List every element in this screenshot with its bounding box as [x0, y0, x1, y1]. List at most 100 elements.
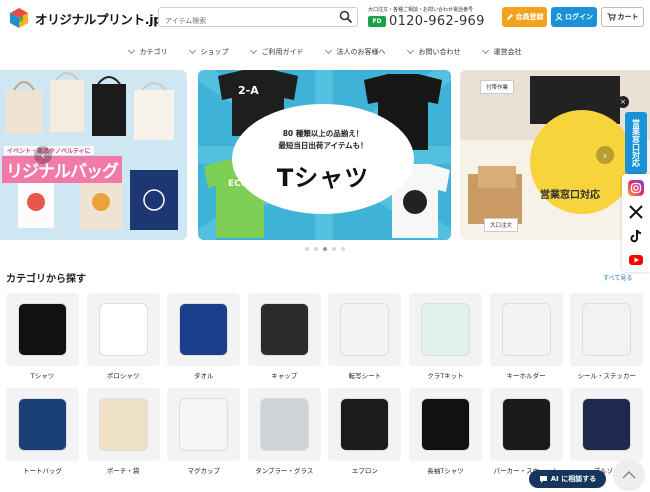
site-logo[interactable]: オリジナルプリント.jp [8, 7, 162, 29]
category-thumbnail [167, 388, 241, 461]
logo-text: オリジナルプリント.jp [35, 11, 162, 27]
category-label: Tシャツ [30, 372, 55, 380]
register-button[interactable]: 会員登録 [502, 7, 547, 27]
nav-item-category[interactable]: カテゴリ [127, 42, 168, 62]
category-card[interactable]: Tシャツ [6, 293, 79, 380]
nav-item-corporate[interactable]: 法人のお客様へ [324, 42, 386, 62]
category-card[interactable]: ポロシャツ [86, 293, 160, 380]
chevron-down-icon [406, 46, 414, 55]
office-tag-ancillary: 付帯作業 [480, 80, 515, 94]
category-product-shape [340, 398, 390, 451]
category-card[interactable]: タンブラー・グラス [247, 388, 321, 475]
search-input[interactable] [159, 12, 329, 30]
ai-chat-button[interactable]: AI に相談する [529, 470, 606, 488]
freedial-icon: FD [368, 16, 386, 27]
nav-label: お問い合わせ [418, 48, 461, 56]
carousel-next-button[interactable]: › [596, 146, 614, 164]
x-icon[interactable] [628, 204, 644, 220]
category-card[interactable]: シール・ステッカー [570, 293, 644, 380]
nav-item-guide[interactable]: ご利用ガイド [249, 42, 304, 62]
login-button[interactable]: ログイン [551, 7, 597, 27]
category-thumbnail [247, 388, 321, 461]
category-label: シール・ステッカー [577, 372, 636, 380]
slide-tshirt[interactable]: 2-A ECO 80 種類以上の品揃え！ 最短当日出荷アイテムも！ Tシャツ [198, 70, 451, 240]
category-thumbnail [409, 293, 482, 366]
search-icon[interactable] [339, 10, 353, 24]
youtube-icon[interactable] [628, 252, 644, 268]
category-thumbnail [489, 293, 563, 366]
instagram-icon[interactable] [628, 180, 644, 196]
category-product-shape [179, 398, 229, 451]
category-card[interactable]: パーカー・スウェット [489, 388, 563, 475]
register-label: 会員登録 [515, 13, 544, 21]
category-label: エプロン [351, 467, 378, 475]
slide-original-bag[interactable]: イベント・商品やノベルティに リジナルバッグ [0, 70, 187, 240]
category-thumbnail [489, 388, 563, 461]
chevron-down-icon [249, 46, 257, 55]
sales-contact-tab[interactable]: 営業窓口対応 [625, 112, 647, 174]
category-thumbnail [570, 293, 644, 366]
user-icon [555, 13, 563, 21]
category-card[interactable]: マグカップ [167, 388, 241, 475]
carousel-dot[interactable] [341, 247, 345, 251]
chevron-down-icon [481, 46, 489, 55]
category-thumbnail [6, 293, 79, 366]
category-card[interactable]: エプロン [328, 388, 402, 475]
carousel-dot[interactable] [332, 247, 336, 251]
nav-item-shop[interactable]: ショップ [188, 42, 229, 62]
category-card[interactable]: 長袖Tシャツ [409, 388, 482, 475]
category-card[interactable]: トートバッグ [6, 388, 79, 475]
nav-label: 法人のお客様へ [336, 48, 386, 56]
category-product-shape [582, 303, 632, 356]
phone-contact: 大口注文・各種ご相談・お問い合わせ電話番号 FD 0120-962-969 [368, 6, 485, 29]
carousel-dot[interactable] [305, 247, 309, 251]
nav-label: ご利用ガイド [261, 48, 304, 56]
category-product-shape [98, 303, 148, 356]
category-label: キャップ [271, 372, 298, 380]
carousel-dots [0, 247, 650, 251]
category-card[interactable]: ポーチ・袋 [86, 388, 160, 475]
category-card[interactable]: クラTキット [409, 293, 482, 380]
category-label: トートバッグ [23, 467, 62, 475]
category-product-shape [18, 303, 67, 356]
carousel-dot[interactable] [323, 247, 327, 251]
search-box[interactable] [158, 7, 358, 30]
carousel-dot[interactable] [314, 247, 318, 251]
tshirt-cloud-banner: 80 種類以上の品揃え！ 最短当日出荷アイテムも！ Tシャツ [238, 110, 408, 208]
category-label: 長袖Tシャツ [427, 467, 464, 475]
category-card[interactable]: タオル [167, 293, 241, 380]
see-all-link[interactable]: すべて見る [603, 273, 632, 282]
close-icon[interactable]: × [617, 96, 629, 108]
category-card[interactable]: 転写シート [328, 293, 402, 380]
carousel-prev-button[interactable]: ‹ [34, 146, 52, 164]
chevron-down-icon [127, 46, 135, 55]
cart-button[interactable]: カート [601, 7, 644, 27]
hero-carousel: イベント・商品やノベルティに リジナルバッグ 2-A ECO 80 種類以上の品… [0, 70, 650, 251]
nav-item-company[interactable]: 運営会社 [481, 42, 522, 62]
chevron-right-icon: › [602, 148, 608, 162]
category-thumbnail [570, 388, 644, 461]
category-card[interactable]: キャップ [247, 293, 321, 380]
logo-cube-icon [10, 8, 28, 28]
category-product-shape [501, 398, 551, 451]
nav-label: ショップ [200, 48, 229, 56]
category-product-shape [259, 303, 309, 356]
category-thumbnail [167, 293, 241, 366]
ai-chat-label: AI に相談する [550, 475, 597, 483]
category-thumbnail [86, 388, 160, 461]
pencil-icon [506, 14, 513, 20]
category-thumbnail [328, 293, 402, 366]
category-product-shape [340, 303, 390, 356]
chat-icon [539, 475, 547, 483]
scroll-top-button[interactable] [613, 459, 645, 491]
category-product-shape [179, 303, 229, 356]
category-card[interactable]: キーホルダー [489, 293, 563, 380]
category-thumbnail [328, 388, 402, 461]
login-label: ログイン [565, 13, 593, 21]
tshirt-title: Tシャツ [276, 164, 370, 192]
phone-number[interactable]: 0120-962-969 [389, 14, 485, 29]
nav-item-contact[interactable]: お問い合わせ [406, 42, 461, 62]
category-product-shape [421, 398, 470, 451]
chevron-up-icon [622, 470, 636, 479]
tiktok-icon[interactable] [628, 228, 644, 244]
